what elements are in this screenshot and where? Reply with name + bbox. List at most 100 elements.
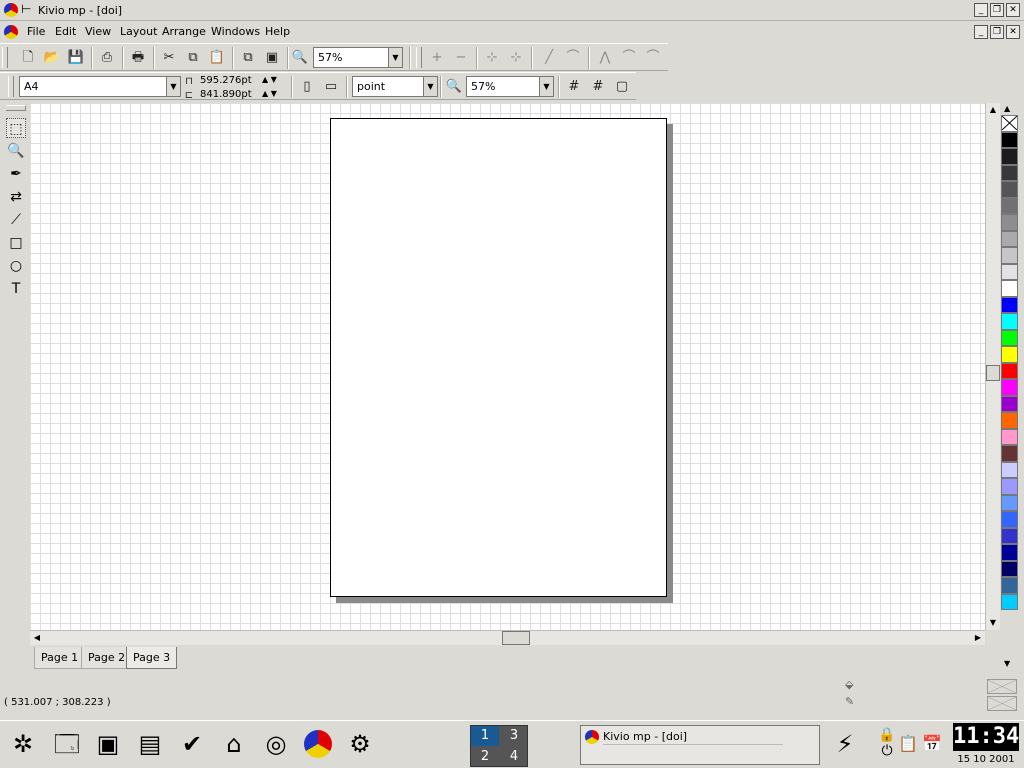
color-swatch[interactable] [1001,230,1018,247]
color-swatch[interactable] [1001,577,1018,594]
horizontal-scrollbar[interactable]: ◀ ▶ [30,630,985,645]
menu-edit[interactable]: Edit [55,25,76,38]
unit-combo[interactable]: point ▼ [352,76,438,97]
color-swatch[interactable] [1001,181,1018,198]
terminal-icon[interactable]: ▣ [91,727,125,761]
mdi-restore-button[interactable]: ❐ [990,25,1004,39]
toolbar-handle[interactable] [2,47,8,68]
window-titlebar[interactable]: ⊢ Kivio mp - [doi] _ ❐ ✕ [0,0,1024,21]
clipboard-icon[interactable]: 📋 [895,727,921,761]
height-spin-buttons[interactable]: ▲ ▼ [262,89,277,98]
toolbar-handle[interactable] [6,105,26,111]
menu-layout[interactable]: Layout [120,25,157,38]
tab-page-1[interactable]: Page 1 [34,647,86,669]
width-spin-buttons[interactable]: ▲ ▼ [262,75,277,84]
no-color-swatch[interactable] [1001,115,1018,132]
kivio-icon[interactable] [301,727,335,761]
color-swatch[interactable] [1001,379,1018,396]
ellipse-icon[interactable]: ○ [6,256,26,276]
color-swatch[interactable] [1001,445,1018,462]
scroll-right-icon[interactable]: ▶ [971,631,985,645]
menu-windows[interactable]: Windows [211,25,260,38]
color-swatch[interactable] [1001,131,1018,148]
zoom-icon[interactable]: 🔍 [445,78,463,96]
scroll-up-icon[interactable]: ▲ [986,103,1000,117]
color-swatch[interactable] [1001,263,1018,280]
chevron-down-icon[interactable]: ▼ [166,77,180,96]
toolbar-handle[interactable] [8,76,14,97]
zoom-combo-2[interactable]: 57% ▼ [466,76,554,97]
chevron-down-icon[interactable]: ▼ [423,77,437,96]
page-border-icon[interactable]: ▢ [613,78,631,96]
settings-icon[interactable]: ⚙ [343,727,377,761]
menu-arrange[interactable]: Arrange [162,25,206,38]
split-points-icon[interactable]: ⊹ [507,49,525,67]
paste-from-page-icon[interactable]: ▣ [263,49,281,67]
color-swatch[interactable] [1001,214,1018,231]
show-desktop-icon[interactable]: 🗔 [50,727,84,761]
copy-icon[interactable]: ⧉ [184,49,202,67]
page-height-field[interactable]: 841.890pt [200,88,252,102]
print-preview-icon[interactable]: ⎙ [98,49,116,67]
color-swatch[interactable] [1001,395,1018,412]
paper-size-combo[interactable]: A4 ▼ [19,76,181,97]
color-swatch[interactable] [1001,560,1018,577]
zoom-combo[interactable]: 57% ▼ [313,47,403,68]
scroll-down-icon[interactable]: ▼ [986,616,1000,630]
home-icon[interactable]: ⌂ [217,727,251,761]
landscape-icon[interactable]: ▭ [322,78,340,96]
curve-segment-icon[interactable]: ⌒ [564,49,582,67]
close-button[interactable]: ✕ [1006,3,1020,17]
menu-file[interactable]: File [27,25,45,38]
color-swatch[interactable] [1001,478,1018,495]
connector-icon[interactable]: ⇄ [6,187,26,207]
paste-icon[interactable]: 📋 [208,49,226,67]
color-swatch[interactable] [1001,461,1018,478]
color-swatch[interactable] [1001,494,1018,511]
chevron-down-icon[interactable]: ▼ [388,48,402,67]
document-menu-icon[interactable] [4,25,18,39]
color-swatch[interactable] [1001,511,1018,528]
color-swatch[interactable] [1001,428,1018,445]
color-swatch[interactable] [1001,544,1018,561]
taskbar-window-button[interactable]: Kivio mp - [doi] [580,725,820,765]
network-icon[interactable]: ⚡ [828,727,862,761]
maximize-button[interactable]: ❐ [990,3,1004,17]
desktop-3[interactable]: 3 [500,726,528,746]
minimize-button[interactable]: _ [974,3,988,17]
color-swatch[interactable] [1001,593,1018,610]
color-swatch[interactable] [1001,527,1018,544]
page-width-field[interactable]: 595.276pt [200,74,252,88]
palette-scroll-up-icon[interactable]: ▲ [1004,104,1010,113]
open-icon[interactable]: 📂 [43,49,61,67]
system-monitor-icon[interactable]: ▤ [133,727,167,761]
desktop-2[interactable]: 2 [471,747,499,767]
zoom-icon[interactable]: 🔍 [6,141,26,161]
mdi-close-button[interactable]: ✕ [1006,25,1020,39]
snap-grid-icon[interactable]: # [589,78,607,96]
color-swatch[interactable] [1001,164,1018,181]
portrait-icon[interactable]: ▯ [298,78,316,96]
arc-corner-icon[interactable]: ⋀ [596,49,614,67]
palette-scroll-down-icon[interactable]: ▼ [1004,659,1010,668]
arc-smooth-icon[interactable]: ⌒ [620,49,638,67]
vertical-scrollbar[interactable]: ▲ ▼ [985,103,1000,630]
join-points-icon[interactable]: ⊹ [483,49,501,67]
remove-point-icon[interactable]: − [452,49,470,67]
arc-symmetric-icon[interactable]: ⌒ [644,49,662,67]
color-swatch[interactable] [1001,280,1018,297]
text-pen-icon[interactable]: ✒ [6,164,26,184]
color-swatch[interactable] [1001,148,1018,165]
vertical-scroll-thumb[interactable] [986,365,1000,381]
mdi-minimize-button[interactable]: _ [974,25,988,39]
new-icon[interactable]: 🗋 [19,49,37,67]
fill-color-none[interactable] [987,679,1017,694]
tab-page-2[interactable]: Page 2 [81,647,133,669]
rectangle-icon[interactable]: □ [6,233,26,253]
color-swatch[interactable] [1001,329,1018,346]
color-swatch[interactable] [1001,296,1018,313]
calendar-icon[interactable]: 📅 [919,727,945,761]
color-swatch[interactable] [1001,247,1018,264]
color-swatch[interactable] [1001,313,1018,330]
save-icon[interactable]: 💾 [67,49,85,67]
